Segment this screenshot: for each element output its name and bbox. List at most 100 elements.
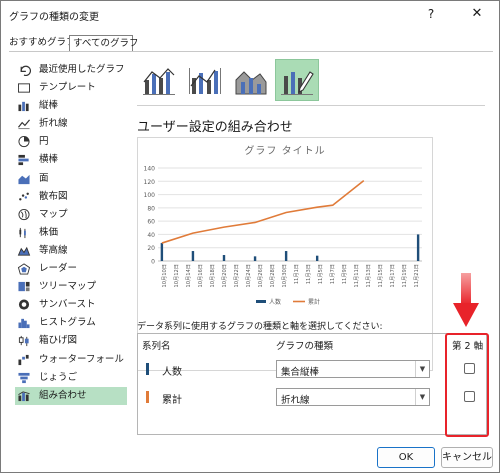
tab-all-charts[interactable]: すべてのグラフ xyxy=(69,35,138,52)
sidebar-item[interactable]: 株価 xyxy=(15,224,127,242)
x-tick-label: 10月26日 xyxy=(257,264,264,288)
sidebar-item[interactable]: 散布図 xyxy=(15,188,127,206)
x-tick-label: 11月17日 xyxy=(389,264,396,288)
tab-divider xyxy=(9,51,493,52)
x-tick-label: 10月12日 xyxy=(173,264,180,288)
combo-area-column-icon xyxy=(235,71,267,95)
cancel-button[interactable]: キャンセル xyxy=(441,447,493,468)
x-tick-label: 11月1日 xyxy=(293,264,300,284)
legend-swatch xyxy=(256,300,266,303)
x-tick-label: 10月30日 xyxy=(281,264,288,288)
sidebar-item[interactable]: 箱ひげ図 xyxy=(15,332,127,350)
sidebar-item[interactable]: 折れ線 xyxy=(15,115,127,133)
bar xyxy=(416,234,420,261)
series-chart-type-value: 集合縦棒 xyxy=(281,367,320,378)
pie-chart-icon xyxy=(18,136,30,148)
undo-icon xyxy=(20,65,31,76)
y-tick-label: 60 xyxy=(147,219,155,226)
sidebar-item[interactable]: 円 xyxy=(15,133,127,151)
series-chart-type-select[interactable]: 折れ線 ▼ xyxy=(276,388,430,406)
sidebar-item[interactable]: サンバースト xyxy=(15,296,127,314)
sidebar-item-label: 等高線 xyxy=(39,244,68,256)
bar xyxy=(191,251,195,261)
column-chart-icon xyxy=(18,102,29,112)
bar-chart-icon xyxy=(18,155,29,166)
y-tick-label: 20 xyxy=(147,245,155,252)
series-name: 人数 xyxy=(162,367,182,378)
series-instruction: データ系列に使用するグラフの種類と軸を選択してください: xyxy=(137,322,383,332)
y-tick-label: 100 xyxy=(144,192,156,199)
x-tick-label: 10月22日 xyxy=(233,264,240,288)
sidebar-item-label: ツリーマップ xyxy=(39,281,97,293)
sidebar-item-label: 縦棒 xyxy=(39,100,59,112)
sidebar-item[interactable]: じょうご xyxy=(15,369,127,387)
sidebar-item[interactable]: 組み合わせ xyxy=(15,386,127,405)
tab-recommended-charts[interactable]: おすすめグラフ xyxy=(9,35,76,52)
sidebar-item-label: サンバースト xyxy=(39,299,96,311)
sidebar-item-label: レーダー xyxy=(39,263,78,275)
change-chart-type-dialog: グラフの種類の変更 ? ✕ おすすめグラフ すべてのグラフ 最近使用したグラフテ… xyxy=(0,0,500,473)
sidebar-item[interactable]: レーダー xyxy=(15,260,127,278)
sidebar-item-label: 組み合わせ xyxy=(39,389,87,401)
chart-type-panel: ユーザー設定の組み合わせ グラフ タイトル 0 20 40 60 80 100 120 140 1… xyxy=(133,57,491,440)
x-tick-label: 10月10日 xyxy=(161,264,168,288)
chevron-down-icon[interactable]: ▼ xyxy=(415,361,429,377)
sidebar-item[interactable]: 最近使用したグラフ xyxy=(15,61,127,79)
bar xyxy=(284,251,288,261)
help-button[interactable]: ? xyxy=(421,5,441,23)
x-tick-label: 11月15日 xyxy=(377,264,384,288)
subtype-column-line-secondary-axis[interactable] xyxy=(183,59,227,101)
cumulative-line xyxy=(161,179,365,244)
x-tick-label: 11月5日 xyxy=(317,264,324,284)
sunburst-icon xyxy=(18,299,30,310)
sidebar-item[interactable]: マップ xyxy=(15,206,127,224)
bar xyxy=(160,243,164,261)
sidebar-item-label: 散布図 xyxy=(39,190,68,202)
stock-chart-icon xyxy=(19,227,26,238)
series-chart-type-select[interactable]: 集合縦棒 ▼ xyxy=(276,360,430,378)
sidebar-item[interactable]: ヒストグラム xyxy=(15,314,127,332)
x-tick-label: 11月21日 xyxy=(413,264,420,288)
surface-chart-icon xyxy=(17,246,31,256)
bar xyxy=(222,255,226,261)
sidebar-item-label: マップ xyxy=(39,208,68,220)
box-whisker-icon xyxy=(18,336,29,347)
ok-button[interactable]: OK xyxy=(377,447,435,468)
sidebar-item-label: 箱ひげ図 xyxy=(39,335,78,347)
folder-icon xyxy=(18,83,30,93)
bar xyxy=(315,255,319,261)
scatter-chart-icon xyxy=(19,192,29,201)
legend-label: 人数 xyxy=(269,298,281,306)
sidebar-item[interactable]: 横棒 xyxy=(15,151,127,169)
histogram-icon xyxy=(18,319,30,329)
series-row-ruikei: 累計 折れ線 ▼ xyxy=(138,386,486,408)
series-color-swatch xyxy=(146,391,149,403)
close-button[interactable]: ✕ xyxy=(465,5,489,23)
chart-title: グラフ タイトル xyxy=(244,144,325,157)
sidebar-item-label: ウォーターフォール xyxy=(39,353,124,365)
sidebar-item[interactable]: 等高線 xyxy=(15,242,127,260)
map-chart-icon xyxy=(18,208,30,220)
x-tick-label: 10月24日 xyxy=(245,264,252,288)
x-tick-label: 11月11日 xyxy=(353,264,360,288)
sidebar-item[interactable]: 面 xyxy=(15,170,127,188)
combo-chart-icon xyxy=(18,391,30,401)
chevron-down-icon[interactable]: ▼ xyxy=(415,389,429,405)
subtype-custom-combination[interactable] xyxy=(275,59,319,101)
sidebar-item[interactable]: 縦棒 xyxy=(15,97,127,115)
subtype-clustered-column-line[interactable] xyxy=(137,59,181,101)
x-tick-label: 10月28日 xyxy=(269,264,276,288)
x-tick-label: 10月14日 xyxy=(185,264,192,288)
x-tick-label: 11月7日 xyxy=(329,264,336,284)
subtype-area-column[interactable] xyxy=(229,59,273,101)
y-tick-label: 140 xyxy=(144,166,156,173)
area-chart-icon xyxy=(18,174,30,184)
sidebar-item[interactable]: ウォーターフォール xyxy=(15,351,127,369)
sidebar-item[interactable]: テンプレート xyxy=(15,79,127,97)
sidebar-item[interactable]: ツリーマップ xyxy=(15,278,127,296)
sidebar-item-label: じょうご xyxy=(39,371,78,383)
bar xyxy=(253,256,257,261)
dialog-title: グラフの種類の変更 xyxy=(9,12,99,23)
y-tick-label: 40 xyxy=(147,232,155,239)
combo-custom-pencil-icon xyxy=(281,71,314,95)
